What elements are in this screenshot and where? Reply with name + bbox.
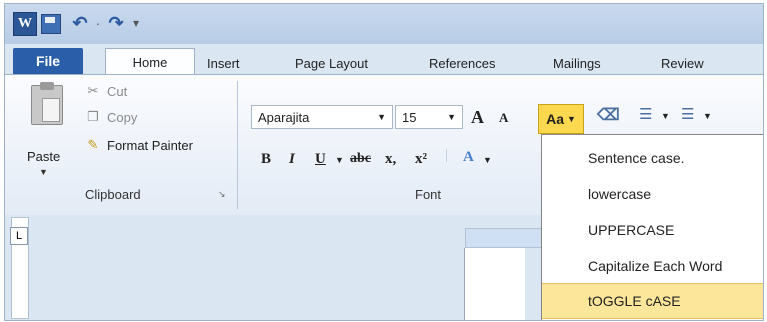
change-case-label: Aa bbox=[546, 111, 564, 127]
superscript-button[interactable]: x² bbox=[415, 151, 427, 168]
undo-icon[interactable]: ↶ bbox=[69, 12, 91, 34]
menu-item-lowercase[interactable]: lowercase bbox=[542, 177, 763, 211]
clipboard-launcher-icon[interactable]: ↘ bbox=[218, 189, 226, 200]
copy-label: Copy bbox=[107, 109, 138, 125]
subscript-button[interactable]: x, bbox=[385, 151, 396, 168]
font-separator: | bbox=[445, 147, 449, 163]
clear-formatting-icon[interactable]: ⌫ bbox=[597, 105, 620, 125]
menu-item-label: lowercase bbox=[588, 186, 652, 202]
font-name-dropdown-icon[interactable]: ▼ bbox=[377, 112, 386, 122]
font-size-value: 15 bbox=[402, 109, 417, 125]
text-effects-dropdown-icon[interactable]: ▼ bbox=[483, 155, 492, 165]
underline-dropdown-icon[interactable]: ▼ bbox=[335, 155, 344, 165]
paste-dropdown-icon[interactable]: ▼ bbox=[39, 167, 48, 177]
word-window: W ↶ · ↷ ▾ File Home Insert Page Layout R… bbox=[4, 3, 764, 321]
paste-icon[interactable] bbox=[31, 82, 63, 125]
customize-quick-access-icon[interactable]: ▾ bbox=[129, 12, 143, 34]
redo-icon[interactable]: ↷ bbox=[105, 12, 127, 34]
save-icon[interactable] bbox=[41, 14, 61, 34]
menu-item-toggle-case[interactable]: tOGGLE cASE bbox=[542, 283, 763, 319]
underline-button[interactable]: U bbox=[315, 151, 326, 168]
tab-home[interactable]: Home bbox=[105, 48, 195, 76]
word-app-icon[interactable]: W bbox=[13, 12, 37, 36]
font-group-label: Font bbox=[415, 187, 442, 202]
format-painter-icon: ✎ bbox=[87, 137, 99, 152]
change-case-button[interactable]: Aa ▼ bbox=[538, 104, 584, 134]
tab-references[interactable]: References bbox=[429, 56, 495, 71]
bold-button[interactable]: B bbox=[261, 151, 271, 168]
text-effects-icon[interactable]: A bbox=[463, 149, 474, 166]
font-name-value: Aparajita bbox=[258, 109, 310, 125]
clipboard-group-label: Clipboard bbox=[85, 187, 141, 202]
font-size-dropdown-icon[interactable]: ▼ bbox=[447, 112, 456, 122]
undo-dropdown-icon[interactable]: · bbox=[93, 12, 103, 34]
tab-page-layout[interactable]: Page Layout bbox=[295, 56, 368, 71]
shrink-font-button[interactable]: A bbox=[499, 110, 508, 126]
scissors-icon: ✂ bbox=[87, 83, 99, 98]
group-divider bbox=[237, 81, 238, 209]
tab-insert[interactable]: Insert bbox=[207, 56, 240, 71]
tab-selector[interactable]: L bbox=[10, 227, 28, 245]
menu-item-sentence-case[interactable]: Sentence case. bbox=[542, 141, 763, 175]
document-page[interactable] bbox=[464, 248, 525, 320]
change-case-dropdown-icon: ▼ bbox=[566, 114, 576, 124]
tab-file[interactable]: File bbox=[13, 48, 83, 74]
menu-item-uppercase[interactable]: UPPERCASE bbox=[542, 213, 763, 247]
menu-item-label: Capitalize Each Word bbox=[588, 258, 723, 274]
format-painter-label: Format Painter bbox=[107, 137, 193, 153]
menu-item-label: tOGGLE cASE bbox=[588, 293, 681, 309]
numbering-icon[interactable]: ☰ bbox=[681, 105, 694, 124]
format-painter-button[interactable]: ✎ Format Painter bbox=[85, 137, 193, 153]
font-size-combobox[interactable]: 15 ▼ bbox=[395, 105, 463, 129]
copy-icon: ❐ bbox=[87, 109, 99, 124]
cut-label: Cut bbox=[107, 83, 128, 99]
strikethrough-button[interactable]: abc bbox=[350, 151, 371, 167]
menu-item-capitalize-each-word[interactable]: Capitalize Each Word bbox=[542, 249, 763, 283]
paste-button[interactable]: Paste bbox=[27, 149, 60, 164]
change-case-menu: Sentence case. lowercase UPPERCASE Capit… bbox=[541, 134, 763, 320]
title-bar: W ↶ · ↷ ▾ bbox=[5, 4, 763, 44]
cut-button[interactable]: ✂ Cut bbox=[85, 83, 128, 99]
tab-review[interactable]: Review bbox=[661, 56, 704, 71]
menu-item-label: UPPERCASE bbox=[588, 222, 675, 238]
bullets-icon[interactable]: ☰ bbox=[639, 105, 652, 124]
menu-item-label: Sentence case. bbox=[588, 150, 685, 166]
tab-mailings[interactable]: Mailings bbox=[553, 56, 601, 71]
grow-font-button[interactable]: A bbox=[471, 107, 484, 128]
font-name-combobox[interactable]: Aparajita ▼ bbox=[251, 105, 393, 129]
bullets-dropdown-icon[interactable]: ▼ bbox=[661, 111, 670, 121]
italic-button[interactable]: I bbox=[289, 151, 295, 168]
numbering-dropdown-icon[interactable]: ▼ bbox=[703, 111, 712, 121]
copy-button[interactable]: ❐ Copy bbox=[85, 109, 137, 125]
